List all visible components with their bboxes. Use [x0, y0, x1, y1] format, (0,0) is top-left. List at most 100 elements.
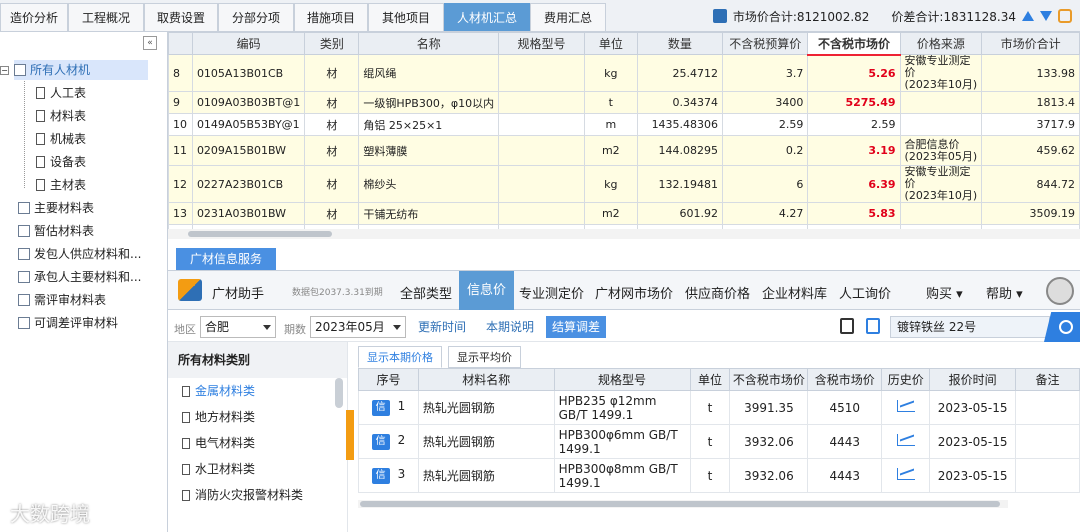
tab-project-overview[interactable]: 工程概况 [68, 3, 144, 31]
column-header[interactable]: 报价时间 [929, 368, 1017, 391]
horizontal-scrollbar[interactable] [168, 229, 1080, 239]
table-cell[interactable]: 塑料薄膜 [358, 135, 500, 166]
table-cell[interactable]: 132.19481 [636, 165, 724, 203]
category-electrical[interactable]: 电气材料类 [168, 430, 347, 456]
table-cell[interactable]: 0.2 [722, 135, 809, 166]
table-cell[interactable]: 3991.35 [729, 390, 809, 425]
history-chart-icon[interactable] [896, 400, 915, 412]
table-cell[interactable]: 材 [304, 54, 360, 92]
table-cell[interactable]: 3717.9 [981, 113, 1080, 136]
table-cell[interactable]: 5275.49 [807, 91, 901, 114]
table-cell[interactable] [498, 165, 586, 203]
table-cell[interactable]: 144.08295 [636, 135, 724, 166]
table-cell[interactable]: 热轧光圆钢筋 [417, 390, 555, 425]
table-row[interactable]: 10 0149A05B53BY@1 材角铝 25×25×1 m 1435.48306 2.… [168, 113, 1080, 136]
table-cell[interactable]: t [689, 458, 731, 493]
table-cell[interactable] [1015, 424, 1080, 459]
table-cell[interactable] [1015, 390, 1080, 425]
settle-adjust-button[interactable]: 结算调差 [546, 316, 607, 338]
region-select[interactable]: 合肥 [200, 316, 276, 338]
column-header[interactable]: 材料名称 [417, 368, 555, 391]
table-cell[interactable]: 601.92 [636, 202, 724, 225]
scrollbar-thumb[interactable] [360, 501, 1000, 507]
column-header[interactable] [168, 32, 193, 55]
history-chart-icon[interactable] [896, 468, 915, 480]
table-cell[interactable]: 6 [722, 165, 809, 203]
column-header[interactable]: 序号 [358, 368, 419, 391]
table-cell[interactable]: 11 [168, 135, 193, 166]
column-header[interactable]: 含税市场价 [807, 368, 883, 391]
table-cell[interactable]: 25.4712 [636, 54, 724, 92]
column-header[interactable]: 名称 [358, 32, 500, 55]
table-cell[interactable]: 热轧光圆钢筋 [417, 458, 555, 493]
table-cell[interactable]: 合肥信息价 (2023年05月) [899, 135, 983, 166]
table-cell[interactable]: 一级钢HPB300，φ10以内 [358, 91, 500, 114]
column-header[interactable]: 数量 [636, 32, 724, 55]
table-cell[interactable]: 0149A05B53BY@1 [191, 113, 306, 136]
table-cell[interactable]: 6.39 [807, 165, 901, 203]
table-cell[interactable]: 绲风绳 [358, 54, 500, 92]
table-cell[interactable]: 3932.06 [729, 458, 809, 493]
help-menu[interactable]: 帮助 ▾ [986, 283, 1023, 302]
column-header[interactable]: 不含税预算价 [722, 32, 809, 55]
nav-professional-price[interactable]: 专业测定价 [519, 283, 584, 302]
table-cell[interactable]: 信2 [358, 424, 419, 459]
table-cell[interactable] [881, 424, 931, 459]
table-cell[interactable]: 安徽专业测定价 (2023年10月) [899, 165, 983, 203]
arrow-down-icon[interactable] [1040, 11, 1052, 21]
tree-item-materials[interactable]: 材料表 [36, 106, 86, 126]
table-cell[interactable]: m [584, 113, 638, 136]
table-cell[interactable]: 0209A15B01BW [191, 135, 306, 166]
tree-item-provisional[interactable]: 暂估材料表 [18, 221, 94, 241]
nav-market-price[interactable]: 广材网市场价 [595, 283, 673, 302]
table-cell[interactable]: 信3 [358, 458, 419, 493]
column-header-market-price[interactable]: 不含税市场价 [807, 32, 901, 56]
table-cell[interactable]: 2.59 [722, 113, 809, 136]
arrow-up-icon[interactable] [1022, 11, 1034, 21]
table-cell[interactable] [881, 458, 931, 493]
column-header[interactable]: 历史价 [881, 368, 931, 391]
price-row[interactable]: 信 3 热轧光圆钢筋 HPB300φ8mm GB/T 1499.1 t 3932.06 44… [358, 458, 1080, 493]
scrollbar-thumb[interactable] [188, 231, 332, 237]
table-cell[interactable] [498, 54, 586, 92]
price-row[interactable]: 信 2 热轧光圆钢筋 HPB300φ6mm GB/T 1499.1 t 3932.06 44… [358, 424, 1080, 459]
tab-fee-summary[interactable]: 费用汇总 [530, 3, 606, 31]
table-cell[interactable]: 4.27 [722, 202, 809, 225]
table-cell[interactable]: m2 [584, 202, 638, 225]
table-cell[interactable]: HPB235 φ12mm GB/T 1499.1 [553, 390, 691, 425]
table-cell[interactable]: t [584, 91, 638, 114]
tab-material-info-service[interactable]: 广材信息服务 [176, 248, 276, 270]
column-header[interactable]: 编码 [191, 32, 306, 55]
table-cell[interactable]: kg [584, 54, 638, 92]
table-cell[interactable]: 0231A03B01BW [191, 202, 306, 225]
tree-item-labor[interactable]: 人工表 [36, 83, 86, 103]
nav-all-types[interactable]: 全部类型 [400, 283, 452, 302]
table-cell[interactable]: 4510 [807, 390, 883, 425]
column-header[interactable]: 价格来源 [899, 32, 983, 55]
table-cell[interactable]: 2023-05-15 [929, 390, 1017, 425]
table-row[interactable]: 12 0227A23B01CB 材棉纱头 kg 132.19481 6 6.39 安徽专业测定… [168, 165, 1080, 203]
table-cell[interactable]: 1435.48306 [636, 113, 724, 136]
table-cell[interactable]: 1813.4 [981, 91, 1080, 114]
category-metal[interactable]: 金属材料类 [168, 378, 347, 404]
column-header[interactable]: 规格型号 [498, 32, 586, 55]
settings-icon[interactable] [1058, 9, 1072, 23]
column-header[interactable]: 不含税市场价 [729, 368, 809, 391]
table-cell[interactable]: 干铺无纺布 [358, 202, 500, 225]
table-cell[interactable] [498, 113, 586, 136]
tab-sub-items[interactable]: 分部分项 [218, 3, 294, 31]
table-cell[interactable] [881, 390, 931, 425]
table-cell[interactable]: 0.34374 [636, 91, 724, 114]
table-cell[interactable]: 3509.19 [981, 202, 1080, 225]
table-row[interactable]: 8 0105A13B01CB 材绲风绳 kg 25.4712 3.7 5.26 安徽专业测定价… [168, 54, 1080, 92]
price-row[interactable]: 信 1 热轧光圆钢筋 HPB235 φ12mm GB/T 1499.1 t 3991.35… [358, 390, 1080, 425]
category-scrollbar[interactable] [335, 378, 343, 408]
tab-average-price[interactable]: 显示平均价 [448, 346, 521, 368]
table-row[interactable]: 9 0109A03B03BT@1 材一级钢HPB300，φ10以内 t 0.34374 3… [168, 91, 1080, 114]
tree-item-main-materials[interactable]: 主材表 [36, 175, 86, 195]
lock-icon[interactable] [840, 318, 854, 334]
buy-menu[interactable]: 购买 ▾ [926, 283, 963, 302]
table-cell[interactable]: 3.7 [722, 54, 809, 92]
period-select[interactable]: 2023年05月 [310, 316, 406, 338]
table-cell[interactable] [498, 91, 586, 114]
